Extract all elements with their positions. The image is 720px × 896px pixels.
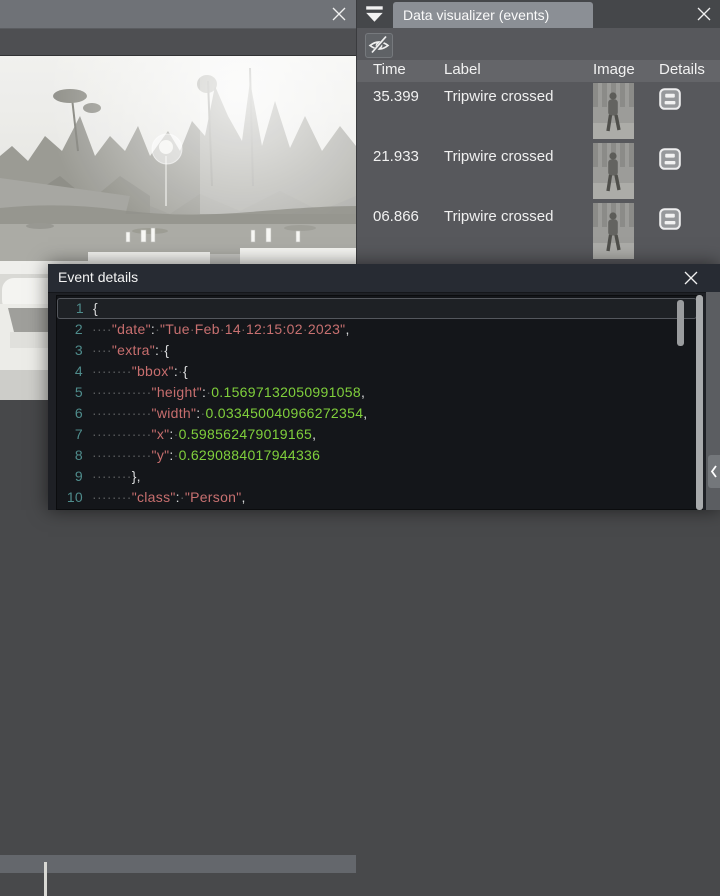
event-thumbnail[interactable] <box>593 143 634 199</box>
event-row[interactable]: 35.399 Tripwire crossed <box>357 82 720 142</box>
close-icon[interactable] <box>332 7 346 21</box>
event-details-button[interactable] <box>659 208 681 230</box>
lower-band <box>0 855 356 873</box>
line-tokens: ············"y":·0.6290884017944336 <box>92 447 321 463</box>
events-table-header: Time Label Image Details <box>357 60 720 82</box>
line-tokens: ········}, <box>92 468 141 484</box>
notes-icon <box>659 208 681 230</box>
video-panel-toolbar <box>0 29 356 55</box>
code-line: 7 ············"x":·0.598562479019165, <box>57 424 702 445</box>
line-number: 3 <box>74 342 83 358</box>
eye-off-icon <box>368 35 390 55</box>
line-number: 8 <box>74 447 83 463</box>
expand-side-panel-handle[interactable] <box>708 455 720 488</box>
code-line: 3 ····"extra":·{ <box>57 340 702 361</box>
line-number: 5 <box>74 384 83 400</box>
line-number: 10 <box>66 489 83 505</box>
line-tokens: ····"date":·"Tue·Feb·14·12:15:02·2023", <box>92 321 350 337</box>
code-lines: 1 { 2 ····"date":·"Tue·Feb·14·12:15:02·2… <box>57 296 702 509</box>
code-line: 2 ····"date":·"Tue·Feb·14·12:15:02·2023"… <box>57 319 702 340</box>
event-row[interactable]: 21.933 Tripwire crossed <box>357 142 720 202</box>
code-line: 8 ············"y":·0.6290884017944336 <box>57 445 702 466</box>
line-tokens: ············"width":·0.03345004096627235… <box>92 405 368 421</box>
close-icon[interactable] <box>697 7 711 21</box>
line-number: 6 <box>74 405 83 421</box>
collapse-panel-icon[interactable] <box>364 5 386 23</box>
chevron-left-icon <box>710 465 717 478</box>
event-details-panel: Event details 1 { 2 ····"date":·"Tue·Feb… <box>48 264 720 510</box>
column-header-label: Label <box>444 61 481 78</box>
event-label: Tripwire crossed <box>444 208 554 225</box>
video-panel-titlebar <box>0 0 356 29</box>
line-tokens: ············"height":·0.1569713205099105… <box>92 384 366 400</box>
event-details-title: Event details <box>58 269 139 285</box>
line-tokens: ············"x":·0.598562479019165, <box>92 426 317 442</box>
line-tokens: ········"class":·"Person", <box>92 489 246 505</box>
line-number: 9 <box>74 468 83 484</box>
event-details-button[interactable] <box>659 148 681 170</box>
event-label: Tripwire crossed <box>444 88 554 105</box>
column-header-time: Time <box>373 61 406 78</box>
line-number: 4 <box>74 363 83 379</box>
code-line: 6 ············"width":·0.033450040966272… <box>57 403 702 424</box>
line-tokens: ····"extra":·{ <box>92 342 170 358</box>
hide-events-button[interactable] <box>365 33 393 58</box>
line-number: 1 <box>75 300 84 316</box>
code-line: 9 ········}, <box>57 466 702 487</box>
line-number: 7 <box>74 426 83 442</box>
close-icon[interactable] <box>684 271 698 285</box>
column-header-details: Details <box>659 61 705 78</box>
event-time: 21.933 <box>373 148 419 165</box>
code-line: 10 ········"class":·"Person", <box>57 487 702 508</box>
code-line: 4 ········"bbox":·{ <box>57 361 702 382</box>
event-row[interactable]: 06.866 Tripwire crossed <box>357 202 720 262</box>
line-tokens: ········"bbox":·{ <box>92 363 188 379</box>
notes-icon <box>659 148 681 170</box>
background-sliver <box>44 862 47 896</box>
line-tokens: { <box>93 300 98 316</box>
panel-scrollbar[interactable] <box>696 295 703 510</box>
column-header-image: Image <box>593 61 635 78</box>
event-thumbnail[interactable] <box>593 83 634 139</box>
json-code-viewer[interactable]: 1 { 2 ····"date":·"Tue·Feb·14·12:15:02·2… <box>56 295 703 510</box>
visualizer-tabbar: Data visualizer (events) <box>357 0 720 28</box>
tab-data-visualizer[interactable]: Data visualizer (events) <box>393 2 593 28</box>
code-line: 5 ············"height":·0.15697132050991… <box>57 382 702 403</box>
event-details-button[interactable] <box>659 88 681 110</box>
event-time: 06.866 <box>373 208 419 225</box>
notes-icon <box>659 88 681 110</box>
code-line: 1 { <box>57 298 697 319</box>
code-scrollbar-thumb[interactable] <box>677 300 684 346</box>
event-thumbnail[interactable] <box>593 203 634 259</box>
event-details-titlebar: Event details <box>48 264 720 293</box>
event-time: 35.399 <box>373 88 419 105</box>
event-label: Tripwire crossed <box>444 148 554 165</box>
line-number: 2 <box>74 321 83 337</box>
